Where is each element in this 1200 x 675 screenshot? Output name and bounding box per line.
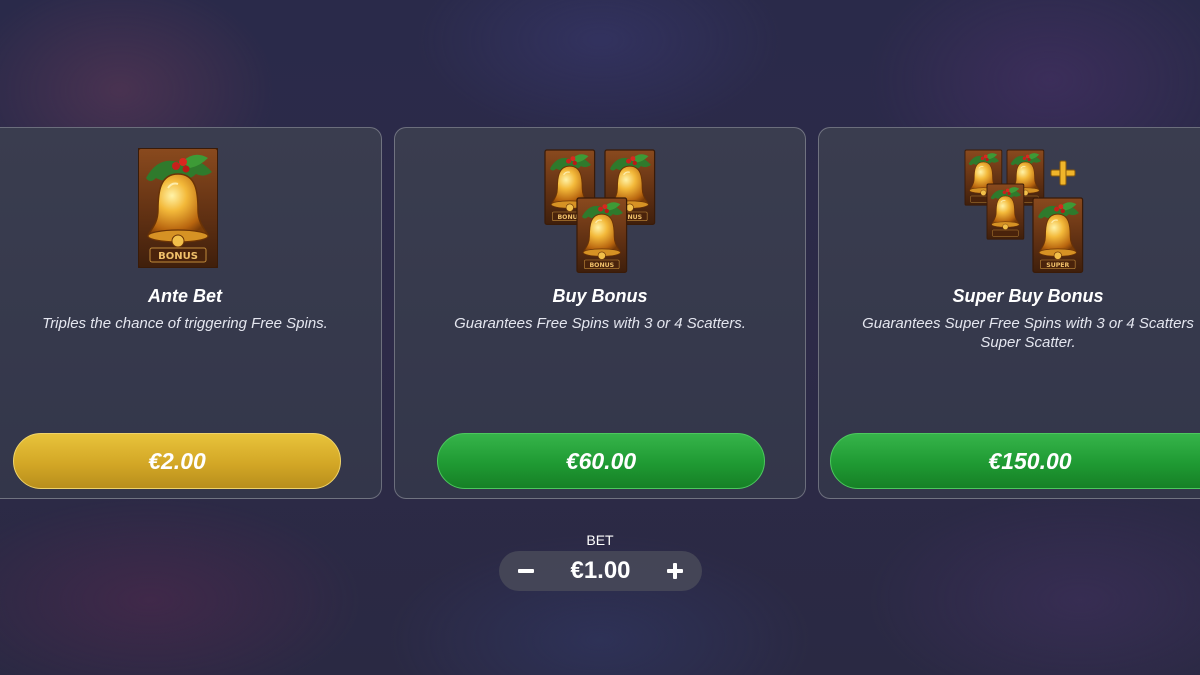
buy-bonus-card: BONUS BONUS BONUS Buy Bonus Guarantees F… — [394, 127, 806, 499]
minus-icon[interactable] — [513, 558, 539, 584]
ante-bet-title: Ante Bet — [147, 286, 222, 306]
ante-bet-card: BONUS Ante Bet Triples the chance of tri… — [0, 127, 382, 499]
super-buy-bonus-price-button[interactable]: €150.00 — [830, 433, 1200, 489]
bonus-bell-card-icon: BONUS — [138, 148, 218, 268]
svg-text:SUPER: SUPER — [1046, 262, 1069, 269]
super-buy-bonus-art: SUPER — [819, 146, 1200, 274]
plus-icon[interactable] — [662, 558, 688, 584]
ante-bet-art: BONUS — [0, 146, 381, 274]
buy-bonus-art: BONUS BONUS BONUS — [395, 146, 805, 274]
super-buy-bonus-title: Super Buy Bonus — [952, 286, 1104, 306]
bet-value: €1.00 — [570, 557, 631, 584]
bonus-and-super-bell-cards-icon: SUPER — [964, 149, 1084, 274]
three-bonus-bell-cards-icon: BONUS BONUS BONUS — [544, 149, 656, 274]
buy-bonus-title: Buy Bonus — [552, 286, 648, 306]
bet-label: BET — [586, 532, 614, 548]
svg-text:BONUS: BONUS — [158, 251, 198, 262]
ante-bet-price-button[interactable]: €2.00 — [13, 433, 341, 489]
svg-text:BONUS: BONUS — [589, 262, 614, 269]
bet-stepper: €1.00 — [499, 551, 702, 591]
super-buy-bonus-description: Guarantees Super Free Spins with 3 or 4 … — [862, 315, 1194, 351]
super-buy-bonus-card: SUPER Super Buy Bonus Guarantees Super F… — [818, 127, 1200, 499]
buy-bonus-price-button[interactable]: €60.00 — [437, 433, 765, 489]
plus-sign-icon — [1050, 160, 1076, 186]
ante-bet-description: Triples the chance of triggering Free Sp… — [42, 315, 328, 332]
buy-bonus-description: Guarantees Free Spins with 3 or 4 Scatte… — [454, 315, 746, 332]
